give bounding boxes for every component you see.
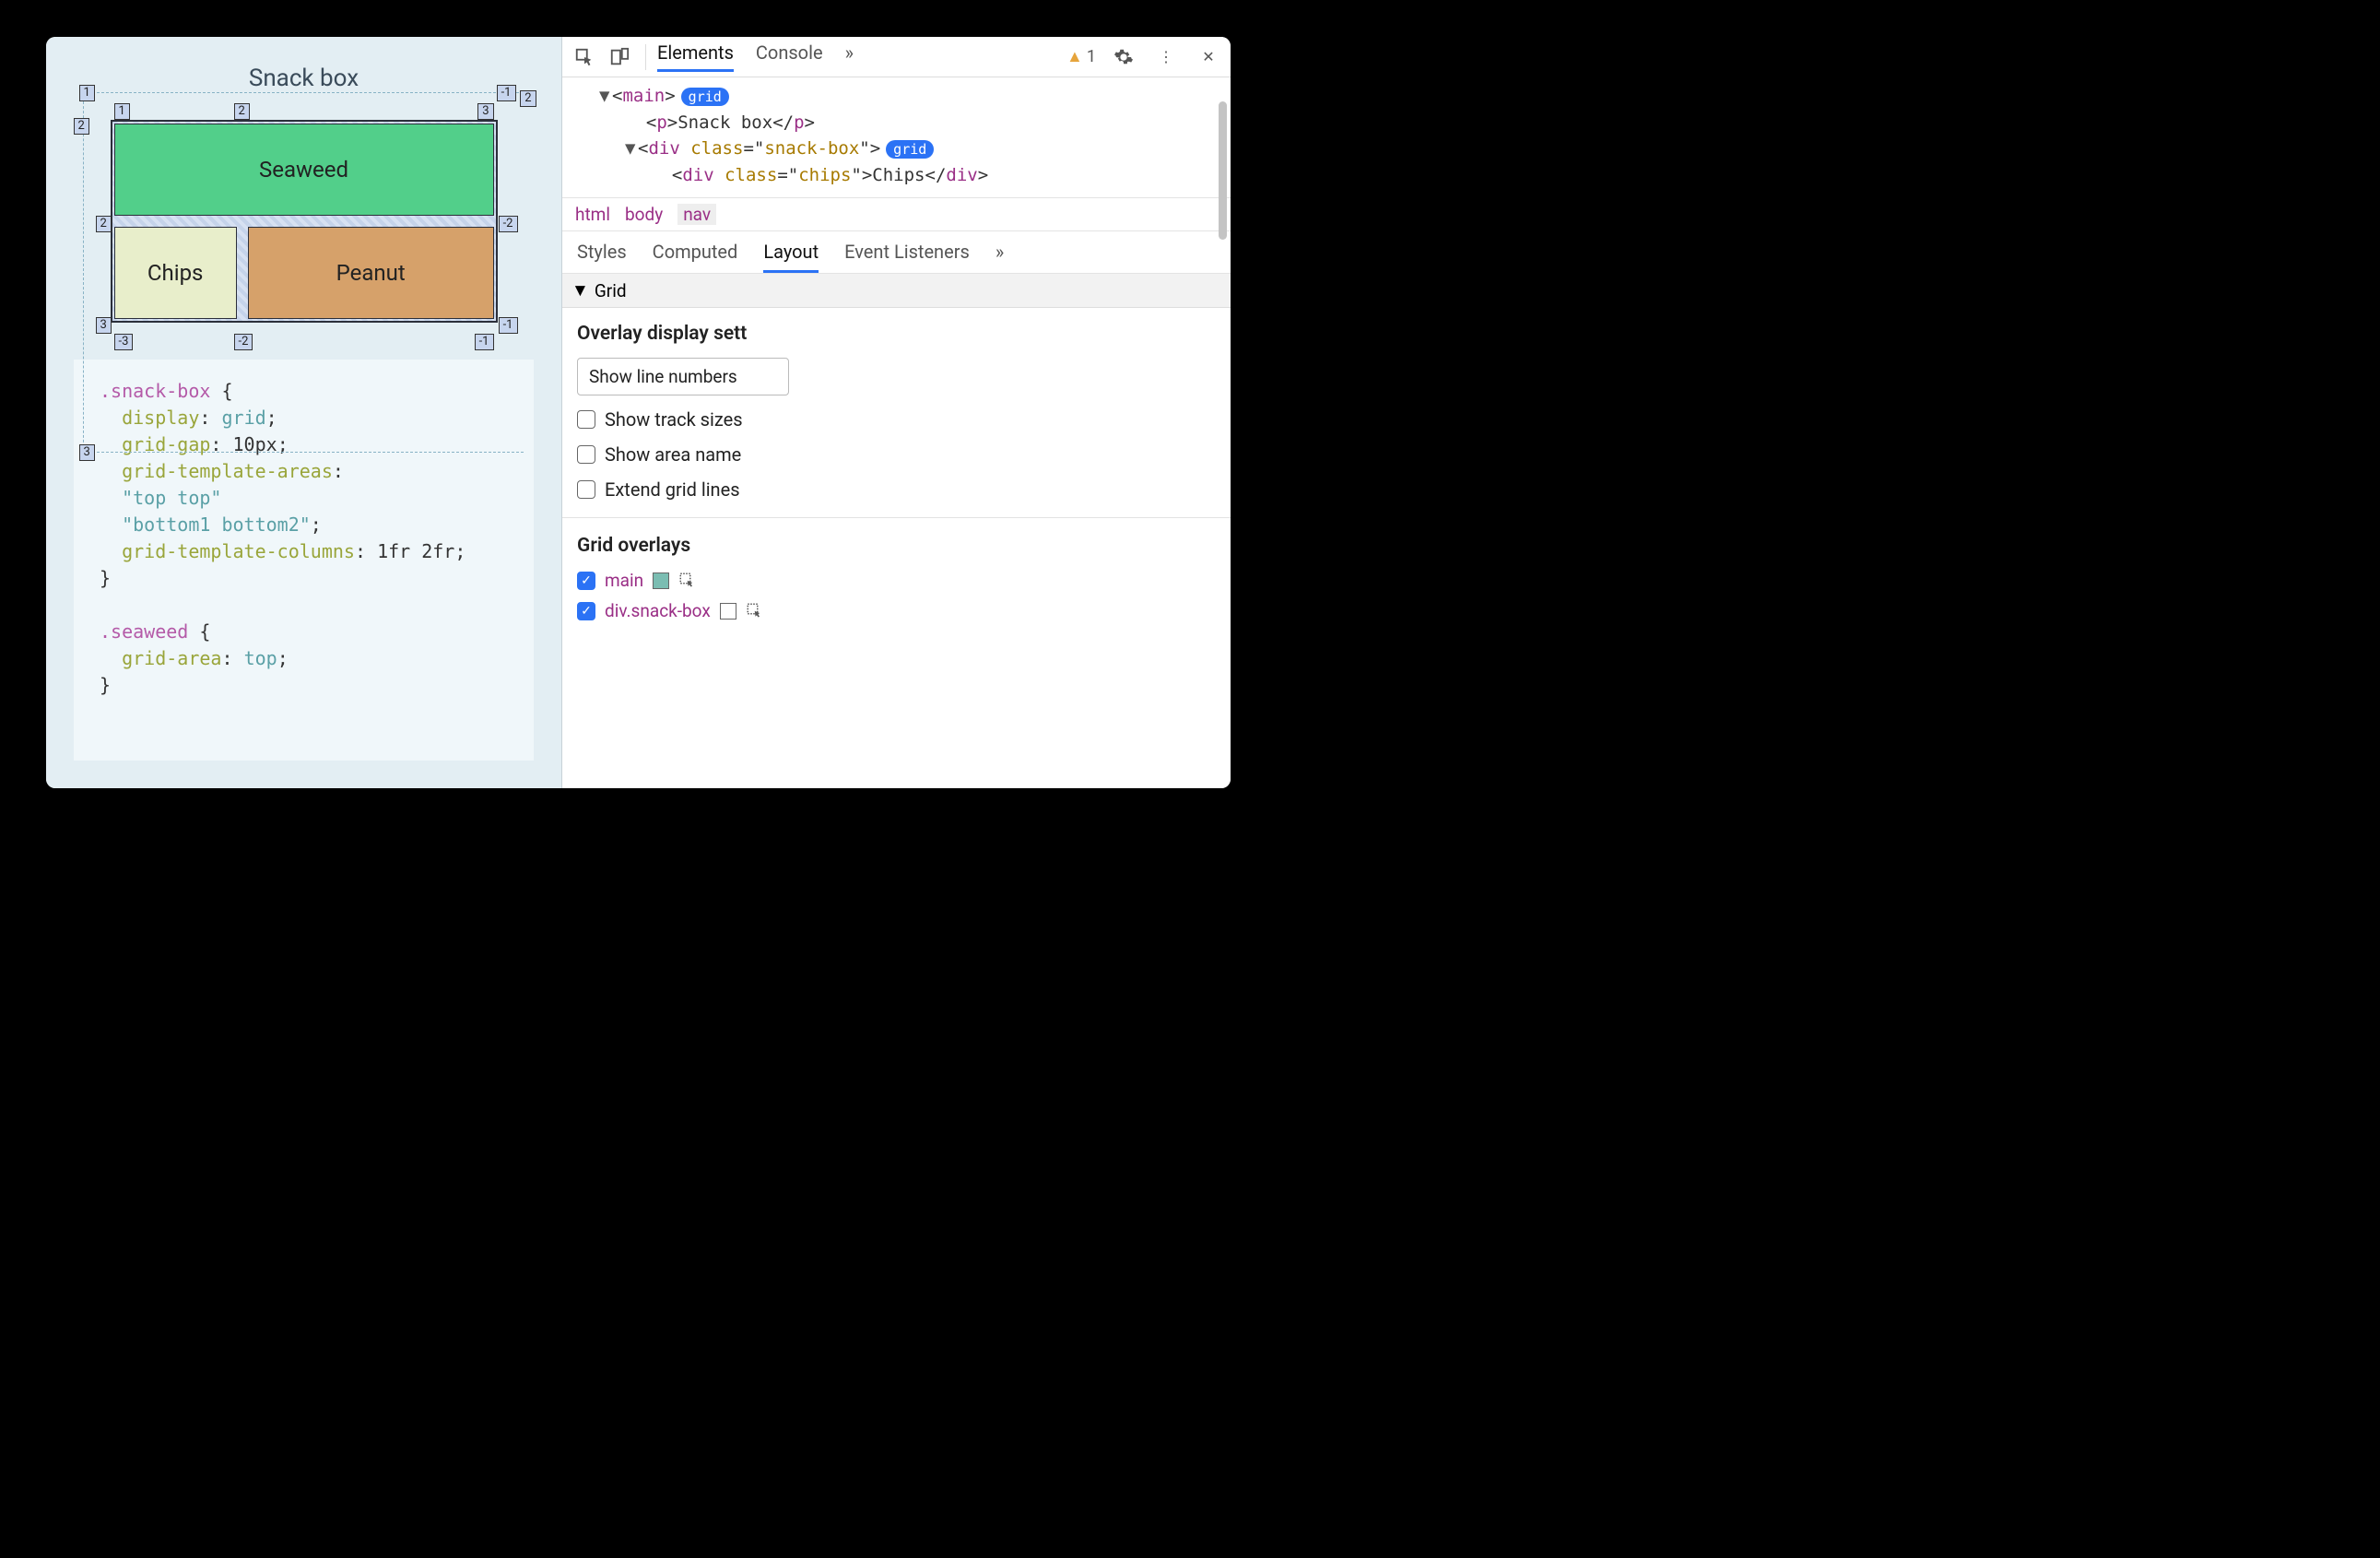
kebab-icon[interactable]: ⋮ bbox=[1151, 42, 1181, 72]
overlay-row-snackbox[interactable]: ✓ div.snack-box bbox=[577, 600, 1216, 621]
check-label: Extend grid lines bbox=[605, 478, 740, 501]
subtab-styles[interactable]: Styles bbox=[577, 241, 627, 273]
grid-lbl: -1 bbox=[497, 85, 516, 101]
color-swatch[interactable] bbox=[653, 572, 669, 589]
color-swatch[interactable] bbox=[720, 603, 736, 620]
device-icon[interactable] bbox=[605, 42, 634, 72]
check-area-names[interactable]: Show area name bbox=[577, 443, 1216, 466]
cell-seaweed: Seaweed bbox=[114, 124, 494, 216]
check-track-sizes[interactable]: Show track sizes bbox=[577, 408, 1216, 431]
checkbox-checked-icon[interactable]: ✓ bbox=[577, 602, 595, 620]
grid-lbl: 3 bbox=[79, 444, 95, 461]
crumb-html[interactable]: html bbox=[575, 204, 610, 225]
grid-lbl: 3 bbox=[96, 317, 112, 334]
devtools-toolbar: Elements Console » ▲ 1 ⋮ ✕ bbox=[562, 37, 1231, 77]
layout-panel: Overlay display sett Show line numbers S… bbox=[562, 308, 1231, 645]
breadcrumb[interactable]: html body nav bbox=[562, 197, 1231, 230]
devtools-window: Snack box Seaweed Chips Peanut 1 -1 2 1 … bbox=[46, 37, 1231, 788]
warning-icon: ▲ bbox=[1066, 47, 1083, 66]
grid-lbl: 2 bbox=[74, 118, 89, 135]
checkbox-icon[interactable] bbox=[577, 445, 595, 464]
check-label: Show track sizes bbox=[605, 408, 743, 431]
page-preview-pane: Snack box Seaweed Chips Peanut 1 -1 2 1 … bbox=[46, 37, 562, 788]
warnings-badge[interactable]: ▲ 1 bbox=[1066, 47, 1096, 66]
subtabs-overflow-icon[interactable]: » bbox=[996, 241, 1004, 273]
page-title: Snack box bbox=[74, 65, 534, 92]
line-numbers-dropdown[interactable]: Show line numbers bbox=[577, 358, 789, 395]
tabs-overflow-icon[interactable]: » bbox=[845, 41, 854, 72]
tab-console[interactable]: Console bbox=[756, 41, 823, 72]
overlay-name: div.snack-box bbox=[605, 600, 711, 621]
overlay-row-main[interactable]: ✓ main bbox=[577, 570, 1216, 591]
checkbox-checked-icon[interactable]: ✓ bbox=[577, 572, 595, 590]
grid-lbl: 1 bbox=[114, 103, 130, 120]
grid-lbl: 1 bbox=[79, 85, 95, 101]
grid-lbl: -1 bbox=[475, 334, 494, 350]
main-tabs: Elements Console » bbox=[657, 41, 854, 72]
chevron-down-icon: ▼ bbox=[571, 279, 589, 301]
grid-lbl: 2 bbox=[520, 90, 536, 107]
snack-box-grid: Seaweed Chips Peanut bbox=[111, 120, 498, 323]
grid-lbl: 2 bbox=[234, 103, 250, 120]
code-snippet: .snack-box { display: grid; grid-gap: 10… bbox=[74, 360, 534, 761]
cell-peanut: Peanut bbox=[248, 227, 494, 319]
check-extend-lines[interactable]: Extend grid lines bbox=[577, 478, 1216, 501]
scrollbar-thumb[interactable] bbox=[1219, 101, 1227, 240]
subtab-eventlisteners[interactable]: Event Listeners bbox=[844, 241, 970, 273]
subtab-computed[interactable]: Computed bbox=[653, 241, 738, 273]
highlight-icon[interactable] bbox=[678, 572, 697, 590]
devtools-pane: Elements Console » ▲ 1 ⋮ ✕ ▼<main>grid <… bbox=[562, 37, 1231, 788]
grid-lbl: -2 bbox=[499, 216, 518, 232]
warning-count: 1 bbox=[1087, 47, 1096, 66]
grid-lbl: 2 bbox=[96, 216, 112, 232]
check-label: Show area name bbox=[605, 443, 741, 466]
grid-lbl: 3 bbox=[477, 103, 493, 120]
crumb-body[interactable]: body bbox=[625, 204, 663, 225]
dom-tree[interactable]: ▼<main>grid <p>Snack box</p> ▼<div class… bbox=[562, 77, 1231, 197]
checkbox-icon[interactable] bbox=[577, 410, 595, 429]
grid-overlays-heading: Grid overlays bbox=[577, 535, 1216, 557]
grid-lbl: -2 bbox=[234, 334, 253, 350]
grid-section-label: Grid bbox=[595, 280, 627, 301]
overlay-name: main bbox=[605, 570, 643, 591]
crumb-nav[interactable]: nav bbox=[677, 204, 716, 225]
checkbox-icon[interactable] bbox=[577, 480, 595, 499]
grid-section-header[interactable]: ▼ Grid bbox=[562, 274, 1231, 308]
tab-elements[interactable]: Elements bbox=[657, 41, 734, 72]
highlight-icon[interactable] bbox=[746, 602, 764, 620]
grid-lbl: -1 bbox=[499, 317, 518, 334]
gear-icon[interactable] bbox=[1109, 42, 1138, 72]
styles-subtabs: Styles Computed Layout Event Listeners » bbox=[562, 230, 1231, 274]
grid-lbl: -3 bbox=[114, 334, 134, 350]
overlay-settings-heading: Overlay display sett bbox=[577, 323, 1216, 345]
subtab-layout[interactable]: Layout bbox=[763, 241, 819, 273]
inspect-icon[interactable] bbox=[570, 42, 599, 72]
grid-overlay-wrap: Seaweed Chips Peanut 1 -1 2 1 2 3 2 2 -2… bbox=[111, 120, 498, 323]
close-icon[interactable]: ✕ bbox=[1194, 42, 1223, 72]
cell-chips: Chips bbox=[114, 227, 237, 319]
